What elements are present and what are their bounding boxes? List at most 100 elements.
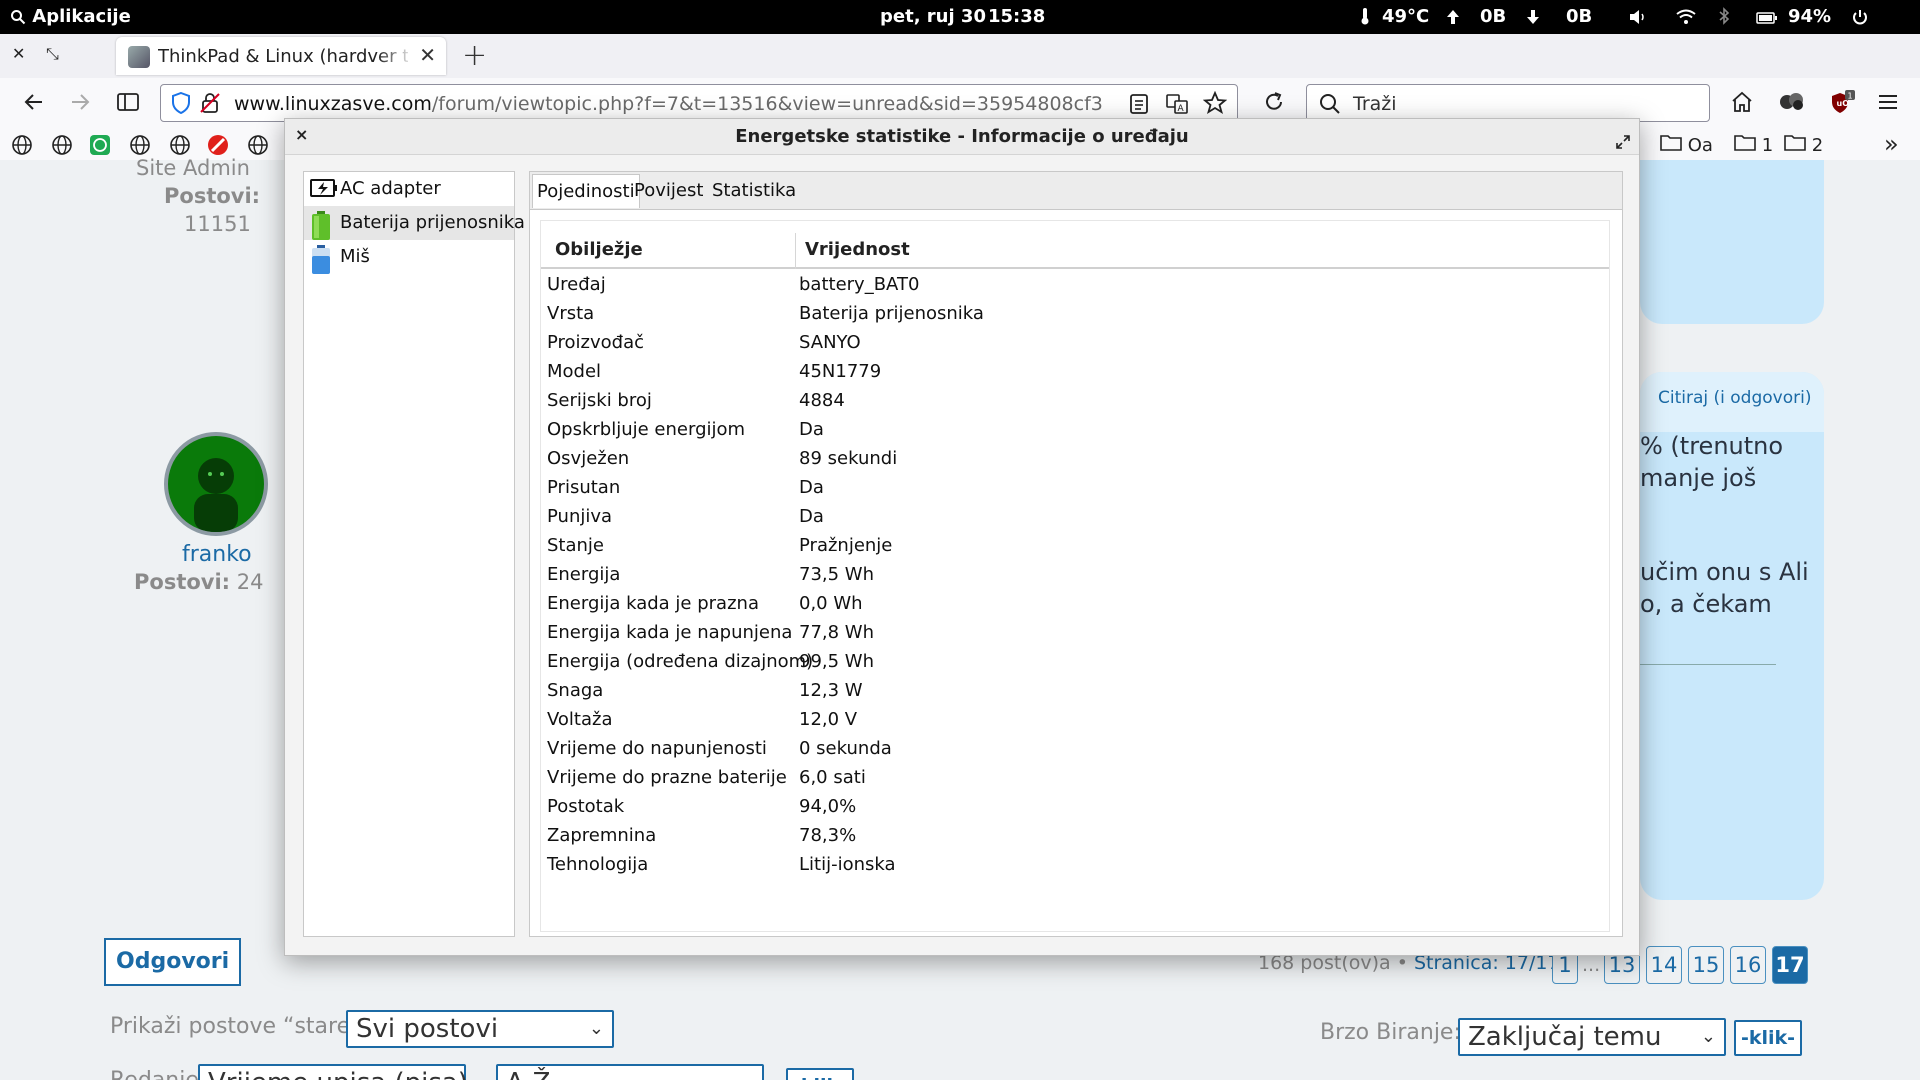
globe-icon[interactable] bbox=[50, 133, 74, 162]
sort-go-button[interactable]: -klik- bbox=[786, 1068, 854, 1080]
value-cell: 94,0% bbox=[799, 796, 857, 817]
dialog-title: Energetske statistike - Informacije o ur… bbox=[735, 126, 1189, 147]
table-row[interactable]: Energija kada je prazna 0,0 Wh bbox=[541, 590, 1609, 619]
system-top-bar: Aplikacije pet, ruj 30 15:38 49°C 0B 0B … bbox=[0, 0, 1920, 34]
value-cell: 12,0 V bbox=[799, 709, 858, 730]
tab-details[interactable]: Pojedinosti bbox=[532, 174, 640, 208]
post-divider bbox=[1640, 664, 1776, 665]
quick-select-go-button[interactable]: -klik- bbox=[1734, 1020, 1802, 1056]
table-row[interactable]: Tehnologija Litij-ionska bbox=[541, 851, 1609, 880]
table-row[interactable]: Serijski broj 4884 bbox=[541, 387, 1609, 416]
dialog-titlebar[interactable]: × Energetske statistike - Informacije o … bbox=[285, 119, 1639, 155]
attribute-cell: Vrijeme do prazne baterije bbox=[547, 767, 787, 788]
attribute-cell: Uređaj bbox=[547, 274, 606, 295]
power-icon[interactable] bbox=[1852, 6, 1868, 27]
table-row[interactable]: Osvježen 89 sekundi bbox=[541, 445, 1609, 474]
tab-statistics[interactable]: Statistika bbox=[708, 174, 800, 208]
table-row[interactable]: Energija (određena dizajnom) 99,5 Wh bbox=[541, 648, 1609, 677]
device-label: Baterija prijenosnika bbox=[340, 212, 525, 233]
translate-icon[interactable]: A bbox=[1165, 92, 1189, 120]
page-button-current[interactable]: 17 bbox=[1772, 946, 1808, 984]
window-restore-icon[interactable]: ⤡ bbox=[46, 44, 59, 64]
page-button[interactable]: 16 bbox=[1730, 946, 1766, 984]
reload-icon[interactable] bbox=[1262, 90, 1286, 118]
whatsapp-icon[interactable] bbox=[88, 133, 112, 162]
table-row[interactable]: Prisutan Da bbox=[541, 474, 1609, 503]
extension-spheres-icon[interactable] bbox=[1778, 90, 1806, 118]
attribute-cell: Stanje bbox=[547, 535, 604, 556]
table-row[interactable]: Vrijeme do prazne baterije 6,0 sati bbox=[541, 764, 1609, 793]
volume-icon[interactable] bbox=[1628, 6, 1648, 27]
device-item-laptop-battery[interactable]: Baterija prijenosnika bbox=[304, 206, 525, 240]
show-old-posts-select[interactable]: Svi postovi ⌄ bbox=[346, 1010, 614, 1048]
table-row[interactable]: Punjiva Da bbox=[541, 503, 1609, 532]
dialog-close-icon[interactable]: × bbox=[295, 117, 308, 153]
table-row[interactable]: Model 45N1779 bbox=[541, 358, 1609, 387]
hamburger-menu-icon[interactable] bbox=[1876, 90, 1900, 118]
table-row[interactable]: Vrijeme do napunjenosti 0 sekunda bbox=[541, 735, 1609, 764]
table-row[interactable]: Proizvođač SANYO bbox=[541, 329, 1609, 358]
page-button[interactable]: 15 bbox=[1688, 946, 1724, 984]
sort-select[interactable]: Vrijeme upisa (pisa) bbox=[198, 1064, 468, 1080]
table-row[interactable]: Energija 73,5 Wh bbox=[541, 561, 1609, 590]
page-button[interactable]: 14 bbox=[1646, 946, 1682, 984]
search-bar[interactable]: Traži bbox=[1306, 84, 1710, 122]
wifi-icon[interactable] bbox=[1676, 6, 1696, 27]
url-bar[interactable]: www.linuxzasve.com/forum/viewtopic.php?f… bbox=[160, 84, 1238, 122]
user2-posts-count: 24 bbox=[236, 570, 264, 594]
home-icon[interactable] bbox=[1730, 90, 1754, 118]
new-tab-plus-icon[interactable]: + bbox=[462, 38, 487, 73]
battery-icon[interactable] bbox=[1756, 6, 1778, 27]
forward-arrow-icon[interactable] bbox=[68, 90, 92, 118]
attribute-cell: Tehnologija bbox=[547, 854, 649, 875]
bluetooth-icon[interactable] bbox=[1718, 6, 1730, 27]
quote-reply-link[interactable]: Citiraj (i odgovori) bbox=[1658, 388, 1811, 408]
value-cell: 77,8 Wh bbox=[799, 622, 875, 643]
bookmark-folder-oa[interactable]: Oa bbox=[1660, 133, 1713, 156]
sort-order-select[interactable]: A-Ž bbox=[496, 1064, 764, 1080]
table-row[interactable]: Voltaža 12,0 V bbox=[541, 706, 1609, 735]
insecure-lock-icon[interactable] bbox=[199, 92, 221, 118]
reader-view-icon[interactable] bbox=[1129, 93, 1149, 119]
system-time[interactable]: 15:38 bbox=[988, 6, 1045, 27]
shield-icon[interactable] bbox=[171, 91, 191, 118]
mouse-battery-icon bbox=[310, 245, 332, 287]
value-cell: Pražnjenje bbox=[799, 535, 893, 556]
tab-history[interactable]: Povijest bbox=[630, 174, 707, 208]
avatar[interactable] bbox=[164, 432, 268, 536]
column-header-attribute[interactable]: Obilježje bbox=[555, 239, 643, 260]
bookmark-folder-1[interactable]: 1 bbox=[1734, 133, 1773, 156]
column-header-value[interactable]: Vrijednost bbox=[805, 239, 910, 260]
ublock-origin-icon[interactable]: uO 1 bbox=[1828, 90, 1856, 120]
user2-posts: Postovi: 24 bbox=[134, 570, 264, 594]
sidebar-toggle-icon[interactable] bbox=[116, 90, 140, 118]
table-row[interactable]: Postotak 94,0% bbox=[541, 793, 1609, 822]
back-arrow-icon[interactable] bbox=[22, 90, 46, 118]
quick-select[interactable]: Zaključaj temu ⌄ bbox=[1458, 1018, 1726, 1056]
table-row[interactable]: Opskrbljuje energijom Da bbox=[541, 416, 1609, 445]
reply-button[interactable]: Odgovori bbox=[104, 938, 242, 986]
table-row[interactable]: Vrsta Baterija prijenosnika bbox=[541, 300, 1609, 329]
table-row[interactable]: Uređaj battery_BAT0 bbox=[541, 271, 1609, 300]
ublock-badge: 1 bbox=[1848, 92, 1853, 101]
table-row[interactable]: Snaga 12,3 W bbox=[541, 677, 1609, 706]
select-value: Zaključaj temu bbox=[1468, 1022, 1662, 1052]
dialog-maximize-icon[interactable] bbox=[1615, 127, 1631, 163]
tab-close-icon[interactable]: ✕ bbox=[419, 43, 436, 67]
apps-menu[interactable]: Aplikacije bbox=[10, 6, 131, 27]
user2-name-link[interactable]: franko bbox=[182, 542, 252, 567]
table-row[interactable]: Energija kada je napunjena 77,8 Wh bbox=[541, 619, 1609, 648]
browser-tab[interactable]: ThinkPad & Linux (hardver ten ✕ bbox=[116, 37, 446, 75]
value-cell: Litij-ionska bbox=[799, 854, 896, 875]
chevron-right-double-icon[interactable]: » bbox=[1884, 130, 1899, 158]
table-row[interactable]: Stanje Pražnjenje bbox=[541, 532, 1609, 561]
bookmark-folder-2[interactable]: 2 bbox=[1784, 133, 1823, 156]
device-item-mouse[interactable]: Miš bbox=[304, 240, 514, 274]
window-close-icon[interactable]: ✕ bbox=[12, 44, 25, 63]
table-row[interactable]: Zapremnina 78,3% bbox=[541, 822, 1609, 851]
folder-icon bbox=[1660, 135, 1682, 151]
bookmark-star-icon[interactable] bbox=[1202, 90, 1228, 119]
globe-icon[interactable] bbox=[10, 133, 34, 162]
device-item-ac-adapter[interactable]: AC adapter bbox=[304, 172, 514, 206]
user1-role: Site Admin bbox=[136, 156, 250, 180]
